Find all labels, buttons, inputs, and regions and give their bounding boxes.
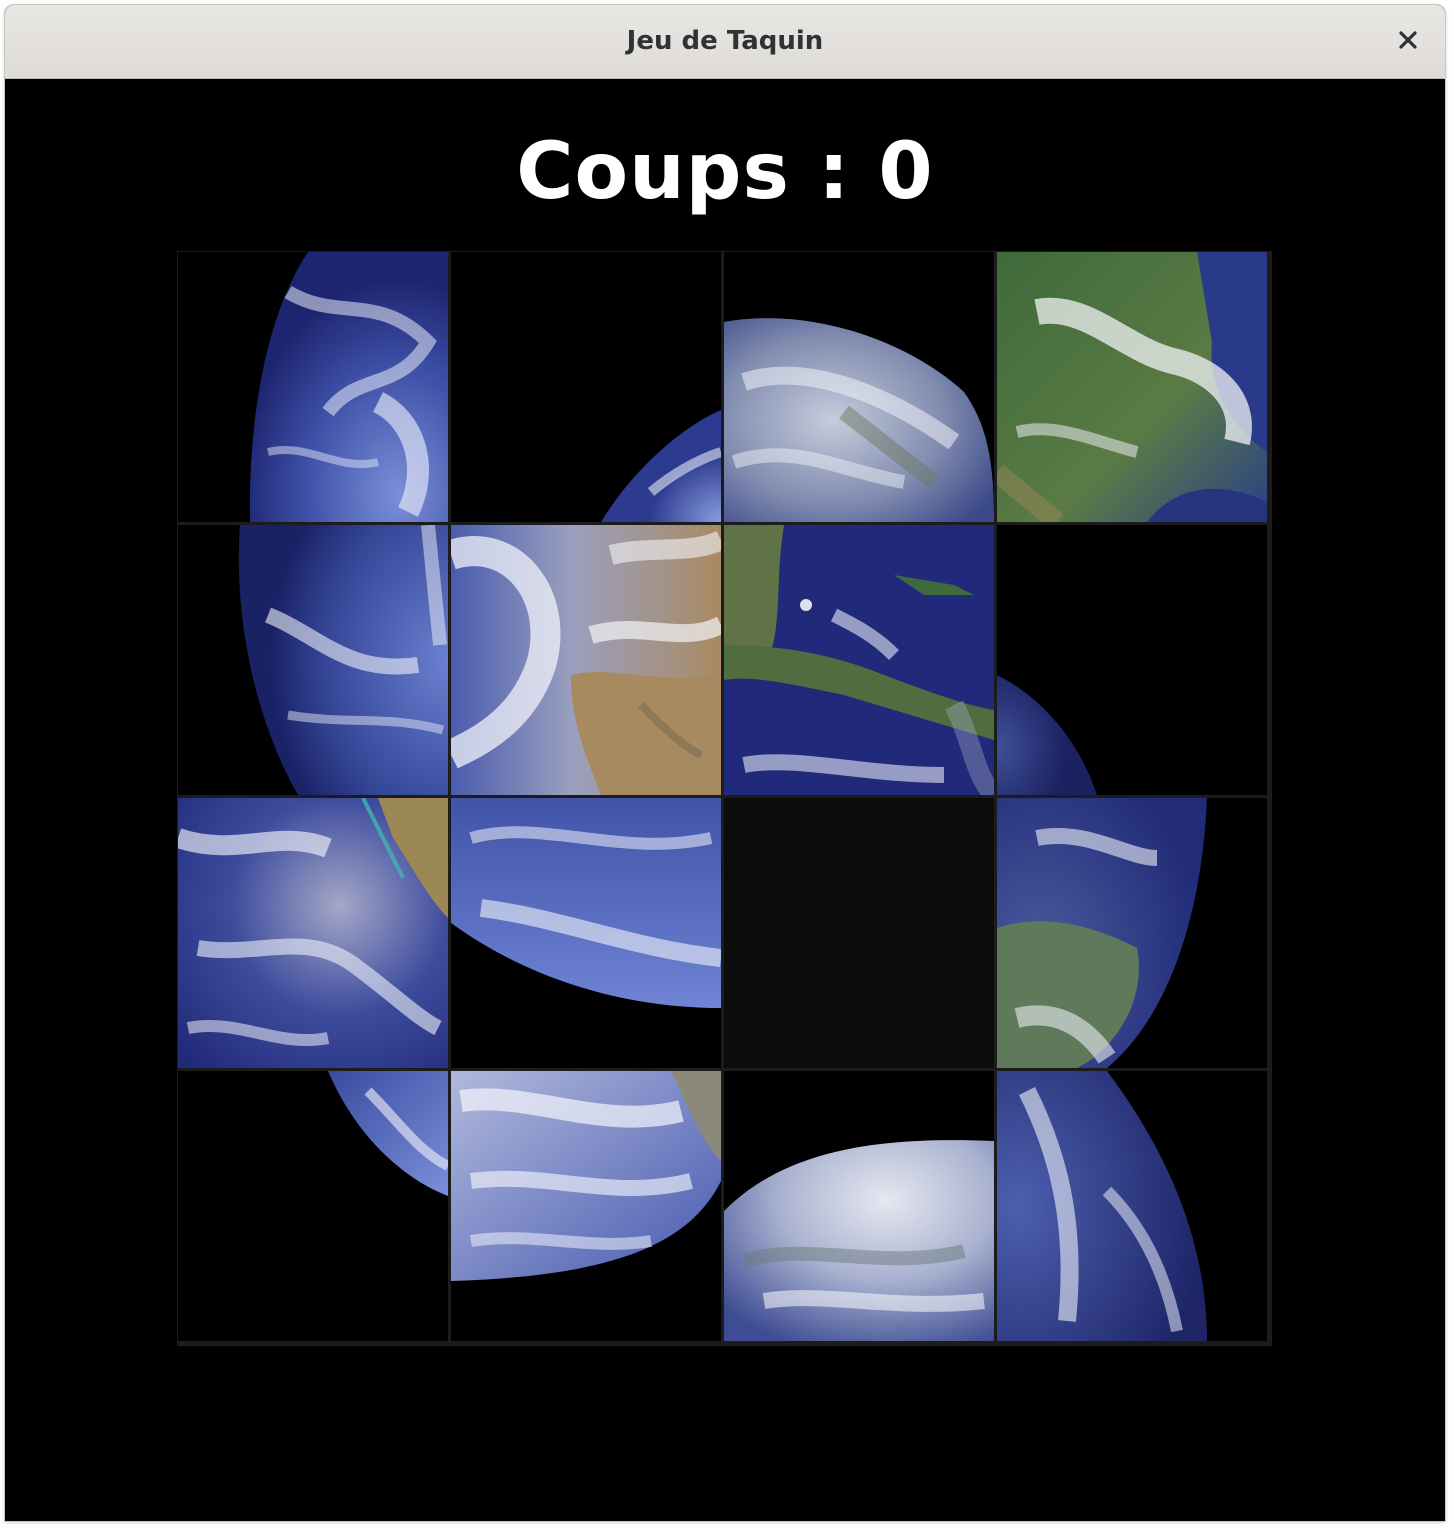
title-bar[interactable]: Jeu de Taquin	[5, 5, 1445, 79]
close-button[interactable]	[1391, 23, 1425, 57]
puzzle-tile[interactable]	[178, 798, 448, 1068]
close-icon	[1399, 31, 1417, 49]
move-counter: Coups : 0	[516, 127, 934, 217]
window-title: Jeu de Taquin	[626, 26, 824, 56]
game-area: Coups : 0	[5, 79, 1445, 1521]
game-window: Jeu de Taquin Coups : 0	[5, 5, 1445, 1521]
puzzle-tile[interactable]	[997, 798, 1267, 1068]
puzzle-tile[interactable]	[451, 252, 721, 522]
puzzle-tile[interactable]	[451, 525, 721, 795]
empty-slot	[724, 798, 994, 1068]
puzzle-tile[interactable]	[997, 525, 1267, 795]
puzzle-tile[interactable]	[724, 1071, 994, 1341]
puzzle-tile[interactable]	[997, 1071, 1267, 1341]
puzzle-tile[interactable]	[178, 252, 448, 522]
puzzle-tile[interactable]	[451, 798, 721, 1068]
puzzle-tile[interactable]	[997, 252, 1267, 522]
puzzle-board	[177, 251, 1272, 1346]
puzzle-tile[interactable]	[451, 1071, 721, 1341]
puzzle-tile[interactable]	[724, 252, 994, 522]
puzzle-tile[interactable]	[178, 1071, 448, 1341]
puzzle-tile[interactable]	[178, 525, 448, 795]
puzzle-tile[interactable]	[724, 525, 994, 795]
